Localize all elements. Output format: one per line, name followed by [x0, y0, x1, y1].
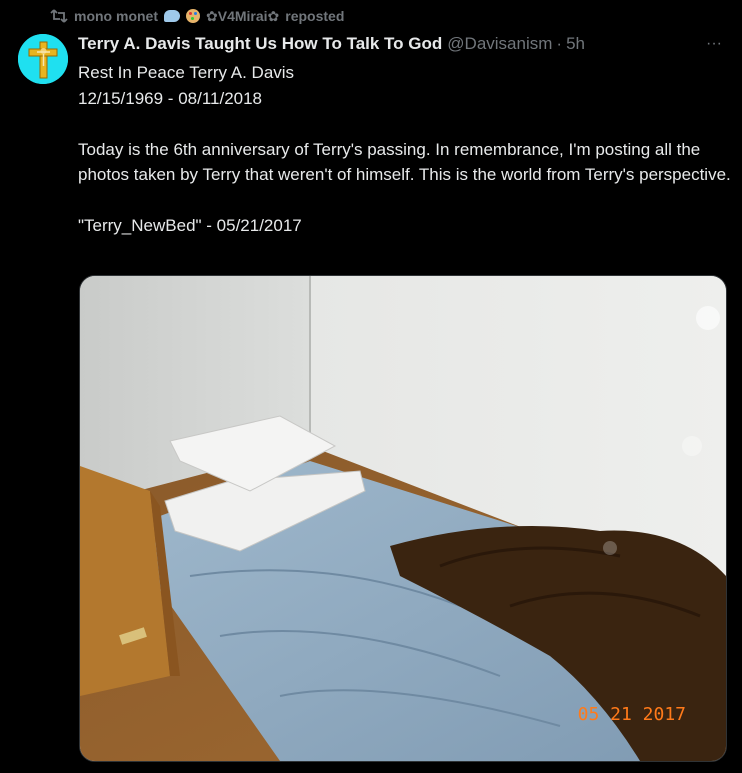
palette-emoji-icon	[186, 9, 200, 23]
reposter-name-a[interactable]: mono monet	[74, 8, 158, 24]
tweet-text: Rest In Peace Terry A. Davis 12/15/1969 …	[78, 63, 731, 235]
repost-suffix: reposted	[285, 8, 345, 24]
timestamp[interactable]: 5h	[566, 34, 585, 54]
tweet-header: Terry A. Davis Taught Us How To Talk To …	[78, 33, 732, 55]
speech-bubble-emoji-icon	[164, 10, 180, 22]
separator-dot: ·	[556, 34, 563, 53]
tweet-photo[interactable]: 05 21 2017	[79, 275, 727, 762]
repost-context[interactable]: mono monet ✿V4Mirai✿ reposted	[50, 5, 344, 27]
photo-date-stamp: 05 21 2017	[577, 704, 686, 725]
bed-photo-image	[80, 276, 726, 761]
reposter-name-b[interactable]: ✿V4Mirai✿	[206, 8, 279, 25]
repost-icon	[50, 7, 68, 25]
avatar[interactable]	[18, 34, 68, 84]
more-icon[interactable]: ···	[700, 34, 728, 54]
author-handle[interactable]: @Davisanism	[447, 34, 552, 54]
author-name[interactable]: Terry A. Davis Taught Us How To Talk To …	[78, 34, 442, 54]
golden-cross-icon	[18, 34, 68, 84]
